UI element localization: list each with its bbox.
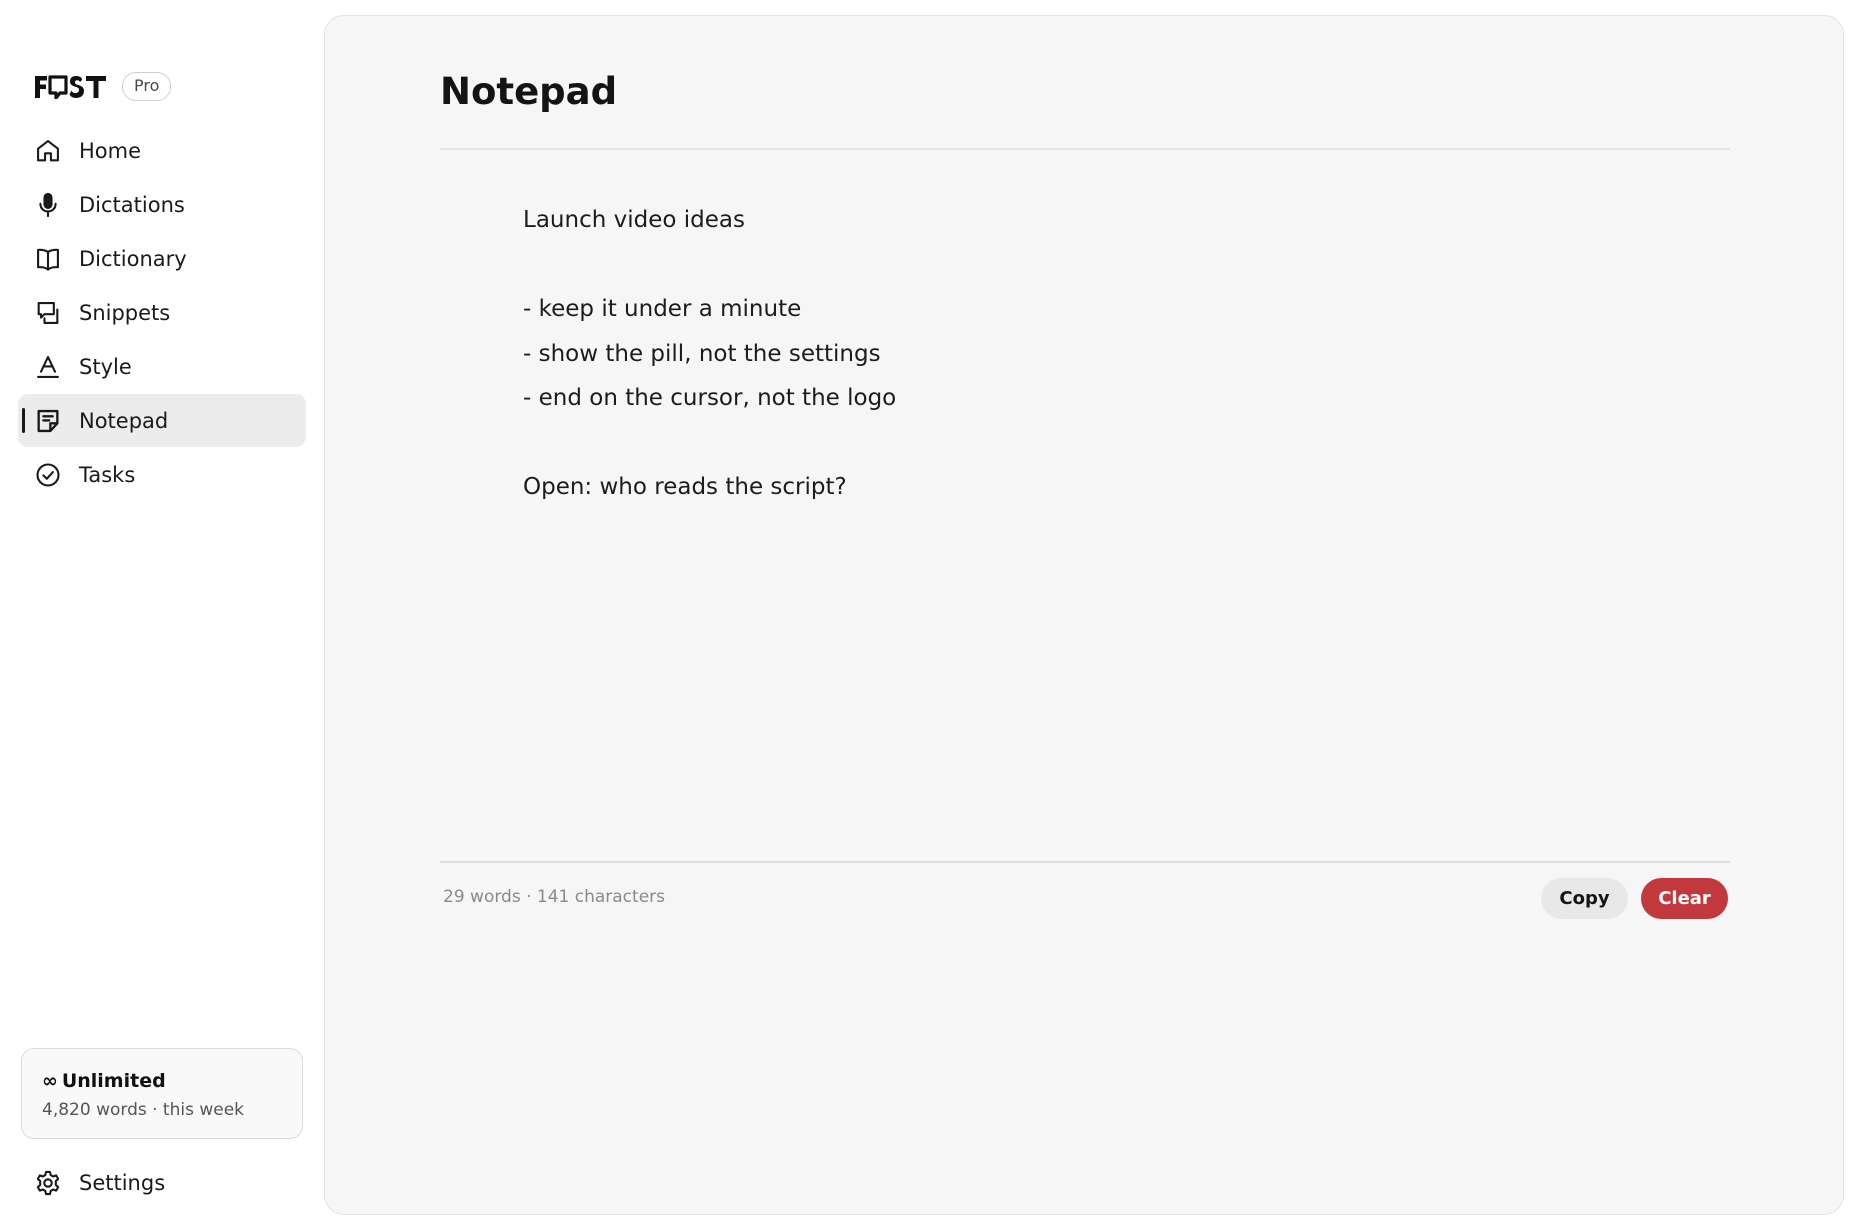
sidebar-item-snippets[interactable]: Snippets <box>18 286 306 339</box>
usage-title: ∞ Unlimited <box>42 1070 302 1092</box>
sidebar-item-style[interactable]: Style <box>18 340 306 393</box>
word-count: 29 words · 141 characters <box>443 887 666 907</box>
sidebar-item-label: Notepad <box>79 408 169 433</box>
check-circle-icon <box>36 462 60 487</box>
sidebar-item-label: Dictionary <box>79 246 187 271</box>
sidebar: Pro Home Dictations Dictionary Snippets … <box>0 0 322 1230</box>
note-line <box>523 249 1523 281</box>
gear-icon <box>36 1170 60 1196</box>
sidebar-item-home[interactable]: Home <box>18 124 306 177</box>
sidebar-item-label: Dictations <box>79 192 185 217</box>
book-icon <box>37 248 59 271</box>
style-icon <box>37 355 59 378</box>
sidebar-item-label: Style <box>79 354 132 379</box>
note-editor[interactable]: Launch video ideas - keep it under a min… <box>523 204 1523 516</box>
infinity-icon: ∞ <box>42 1070 58 1092</box>
sidebar-item-label: Tasks <box>79 462 136 487</box>
sidebar-item-dictations[interactable]: Dictations <box>18 178 306 231</box>
notepad-icon <box>37 409 59 432</box>
divider <box>440 861 1730 863</box>
brand: Pro <box>34 72 172 101</box>
sidebar-item-notepad[interactable]: Notepad <box>18 394 306 447</box>
app-logo <box>35 74 106 99</box>
usage-plan: Unlimited <box>61 1070 166 1092</box>
sidebar-item-dictionary[interactable]: Dictionary <box>18 232 306 285</box>
note-line: Launch video ideas <box>523 207 745 233</box>
note-line: - end on the cursor, not the logo <box>523 385 897 411</box>
sidebar-item-label: Home <box>79 138 142 163</box>
home-icon <box>37 139 59 161</box>
sidebar-item-tasks[interactable]: Tasks <box>18 448 306 501</box>
note-line: Open: who reads the script? <box>523 474 847 500</box>
microphone-icon <box>39 192 57 217</box>
divider <box>440 148 1730 150</box>
page-title: Notepad <box>440 70 618 113</box>
sidebar-nav: Home Dictations Dictionary Snippets Styl… <box>18 124 306 502</box>
snippets-icon <box>37 301 59 324</box>
settings-button[interactable]: Settings <box>34 1158 165 1208</box>
sidebar-item-label: Snippets <box>79 300 171 325</box>
usage-card[interactable]: ∞ Unlimited 4,820 words · this week <box>21 1048 303 1139</box>
main-panel: Notepad Launch video ideas - keep it und… <box>324 15 1844 1215</box>
pro-badge: Pro <box>122 72 172 101</box>
note-line: - show the pill, not the settings <box>523 340 881 367</box>
settings-label: Settings <box>79 1171 166 1195</box>
note-line: - keep it under a minute <box>523 296 802 322</box>
app-window: Pro Home Dictations Dictionary Snippets … <box>0 0 1860 1230</box>
note-line <box>523 427 1523 459</box>
usage-subtitle: 4,820 words · this week <box>42 1100 245 1120</box>
copy-button[interactable]: Copy <box>1541 878 1628 919</box>
clear-button[interactable]: Clear <box>1641 878 1728 919</box>
